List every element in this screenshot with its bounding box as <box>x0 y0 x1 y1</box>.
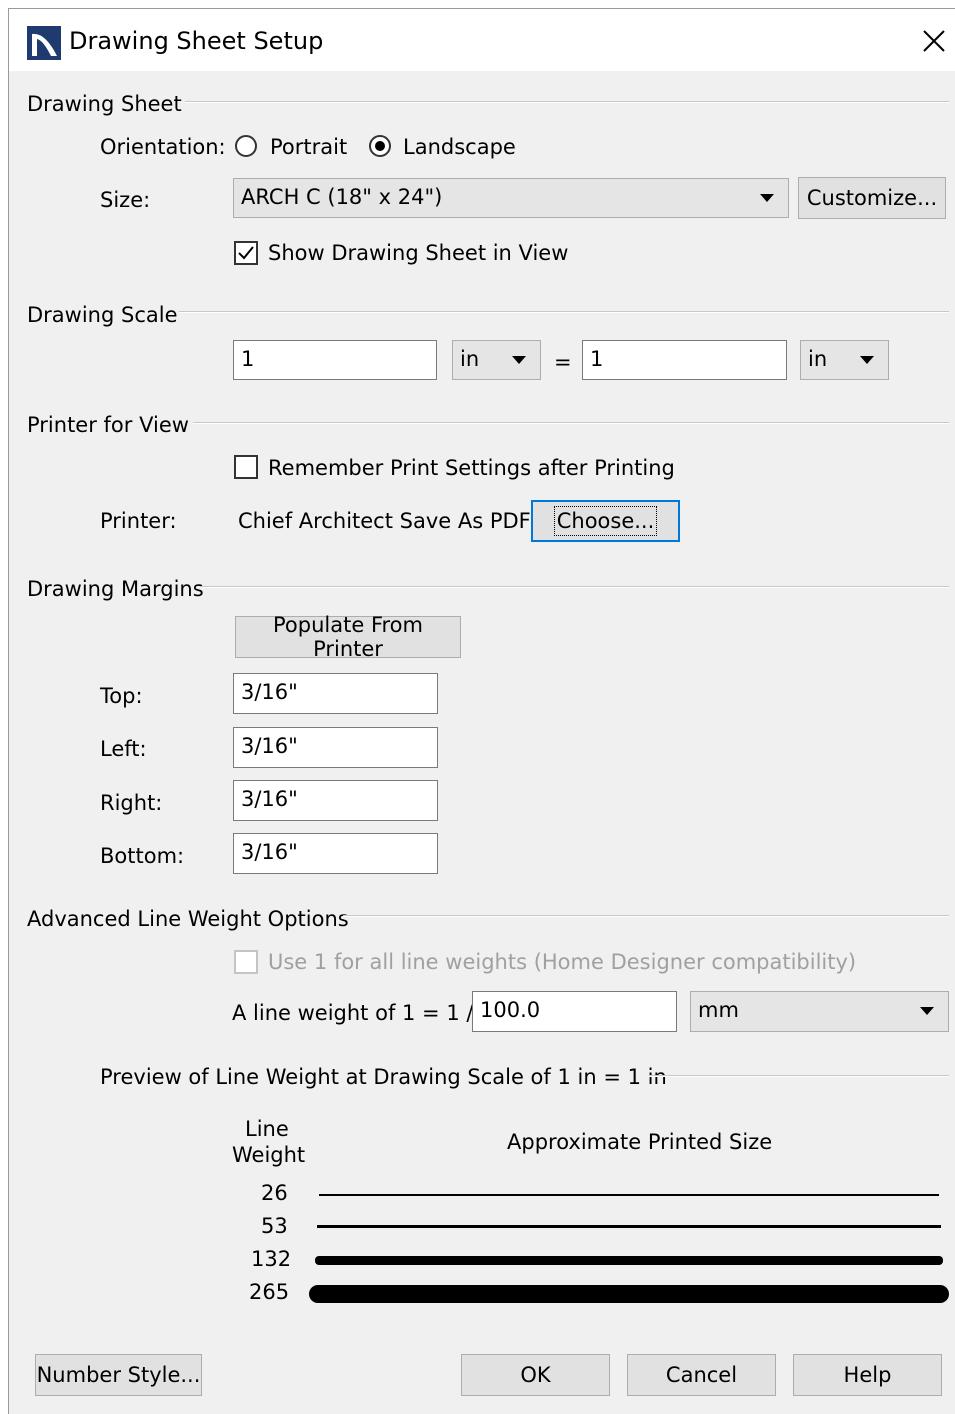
landscape-label[interactable]: Landscape <box>403 133 516 161</box>
preview-group-label: Preview of Line Weight at Drawing Scale … <box>100 1065 667 1089</box>
number-style-button[interactable]: Number Style... <box>35 1354 202 1396</box>
help-button-label: Help <box>843 1363 892 1387</box>
dropdown-arrow-icon <box>860 356 874 364</box>
orientation-label: Orientation: <box>100 135 226 159</box>
customize-button[interactable]: Customize... <box>798 177 946 219</box>
margin-bottom-input[interactable]: 3/16" <box>233 833 438 874</box>
group-divider <box>343 915 949 917</box>
group-divider <box>201 586 949 588</box>
scale-right-input[interactable]: 1 <box>582 340 787 380</box>
col-header-weight: Weight <box>232 1143 306 1167</box>
group-label-drawing-margins: Drawing Margins <box>27 577 204 601</box>
margin-top-input[interactable]: 3/16" <box>233 673 438 714</box>
line-weight-unit-value: mm <box>698 998 739 1022</box>
line-weight-unit-select[interactable]: mm <box>690 991 949 1032</box>
customize-button-label: Customize... <box>806 186 938 210</box>
populate-button-label: Populate From Printer <box>273 613 423 661</box>
dropdown-arrow-icon <box>760 194 774 202</box>
size-label: Size: <box>100 188 151 212</box>
col-header-approx-size: Approximate Printed Size <box>507 1130 773 1154</box>
line-weight-sample <box>309 1285 949 1303</box>
margin-right-label: Right: <box>100 791 163 815</box>
size-select-value: ARCH C (18" x 24") <box>241 185 443 209</box>
cancel-button[interactable]: Cancel <box>627 1354 776 1396</box>
landscape-radio[interactable] <box>369 135 391 157</box>
group-label-drawing-scale: Drawing Scale <box>27 303 178 327</box>
close-button[interactable] <box>914 21 954 61</box>
line-weight-row-label: 26 <box>261 1181 288 1205</box>
margin-top-label: Top: <box>100 684 143 708</box>
remember-settings-checkbox[interactable] <box>234 455 258 479</box>
title-bar: Drawing Sheet Setup <box>9 9 955 71</box>
margin-left-input[interactable]: 3/16" <box>233 727 438 768</box>
drawing-sheet-setup-dialog: Drawing Sheet Setup Drawing Sheet Orient… <box>8 8 955 1414</box>
ok-button-label: OK <box>520 1363 551 1387</box>
group-label-printer-for-view: Printer for View <box>27 413 189 437</box>
group-label-advanced-line-weight: Advanced Line Weight Options <box>27 907 349 931</box>
show-sheet-checkbox[interactable] <box>234 241 258 265</box>
scale-left-unit-select[interactable]: in <box>452 340 541 380</box>
line-weight-value-input[interactable]: 100.0 <box>472 991 677 1032</box>
line-weight-row-label: 132 <box>251 1247 292 1271</box>
remember-settings-label[interactable]: Remember Print Settings after Printing <box>268 454 675 482</box>
use-one-line-weight-checkbox[interactable] <box>234 950 258 974</box>
close-icon <box>923 30 945 52</box>
choose-printer-button-label: Choose... <box>553 506 658 536</box>
group-divider <box>179 311 949 313</box>
line-weight-row-label: 53 <box>261 1214 288 1238</box>
ok-button[interactable]: OK <box>461 1354 610 1396</box>
group-divider <box>185 101 949 103</box>
app-logo-icon <box>27 26 61 60</box>
margin-right-input[interactable]: 3/16" <box>233 780 438 821</box>
dropdown-arrow-icon <box>512 356 526 364</box>
line-weight-sample <box>319 1194 939 1196</box>
number-style-button-label: Number Style... <box>36 1363 201 1387</box>
printer-name: Chief Architect Save As PDF <box>238 509 531 533</box>
group-divider <box>649 1075 949 1077</box>
show-sheet-label[interactable]: Show Drawing Sheet in View <box>268 239 568 267</box>
group-label-drawing-sheet: Drawing Sheet <box>27 92 182 116</box>
populate-from-printer-button[interactable]: Populate From Printer <box>235 613 461 661</box>
group-divider <box>193 422 949 424</box>
window-title: Drawing Sheet Setup <box>69 27 324 55</box>
help-button[interactable]: Help <box>793 1354 942 1396</box>
scale-right-unit-select[interactable]: in <box>800 340 889 380</box>
scale-left-unit-value: in <box>460 347 480 371</box>
dropdown-arrow-icon <box>920 1007 934 1015</box>
checkmark-icon <box>238 246 254 260</box>
portrait-radio[interactable] <box>235 135 257 157</box>
cancel-button-label: Cancel <box>665 1363 738 1387</box>
scale-equals-sign: = <box>554 350 572 374</box>
printer-label: Printer: <box>100 509 177 533</box>
choose-printer-button[interactable]: Choose... <box>531 500 680 542</box>
line-weight-sample <box>315 1256 943 1265</box>
col-header-line: Line <box>245 1117 289 1141</box>
line-weight-sample <box>317 1225 941 1228</box>
use-one-line-weight-label: Use 1 for all line weights (Home Designe… <box>268 950 857 974</box>
portrait-label[interactable]: Portrait <box>270 133 347 161</box>
margin-left-label: Left: <box>100 737 147 761</box>
margin-bottom-label: Bottom: <box>100 844 185 868</box>
line-weight-ratio-label: A line weight of 1 = 1 / <box>232 1001 474 1025</box>
scale-right-unit-value: in <box>808 347 828 371</box>
line-weight-row-label: 265 <box>249 1280 290 1304</box>
size-select[interactable]: ARCH C (18" x 24") <box>233 178 789 218</box>
scale-left-input[interactable]: 1 <box>233 340 437 380</box>
